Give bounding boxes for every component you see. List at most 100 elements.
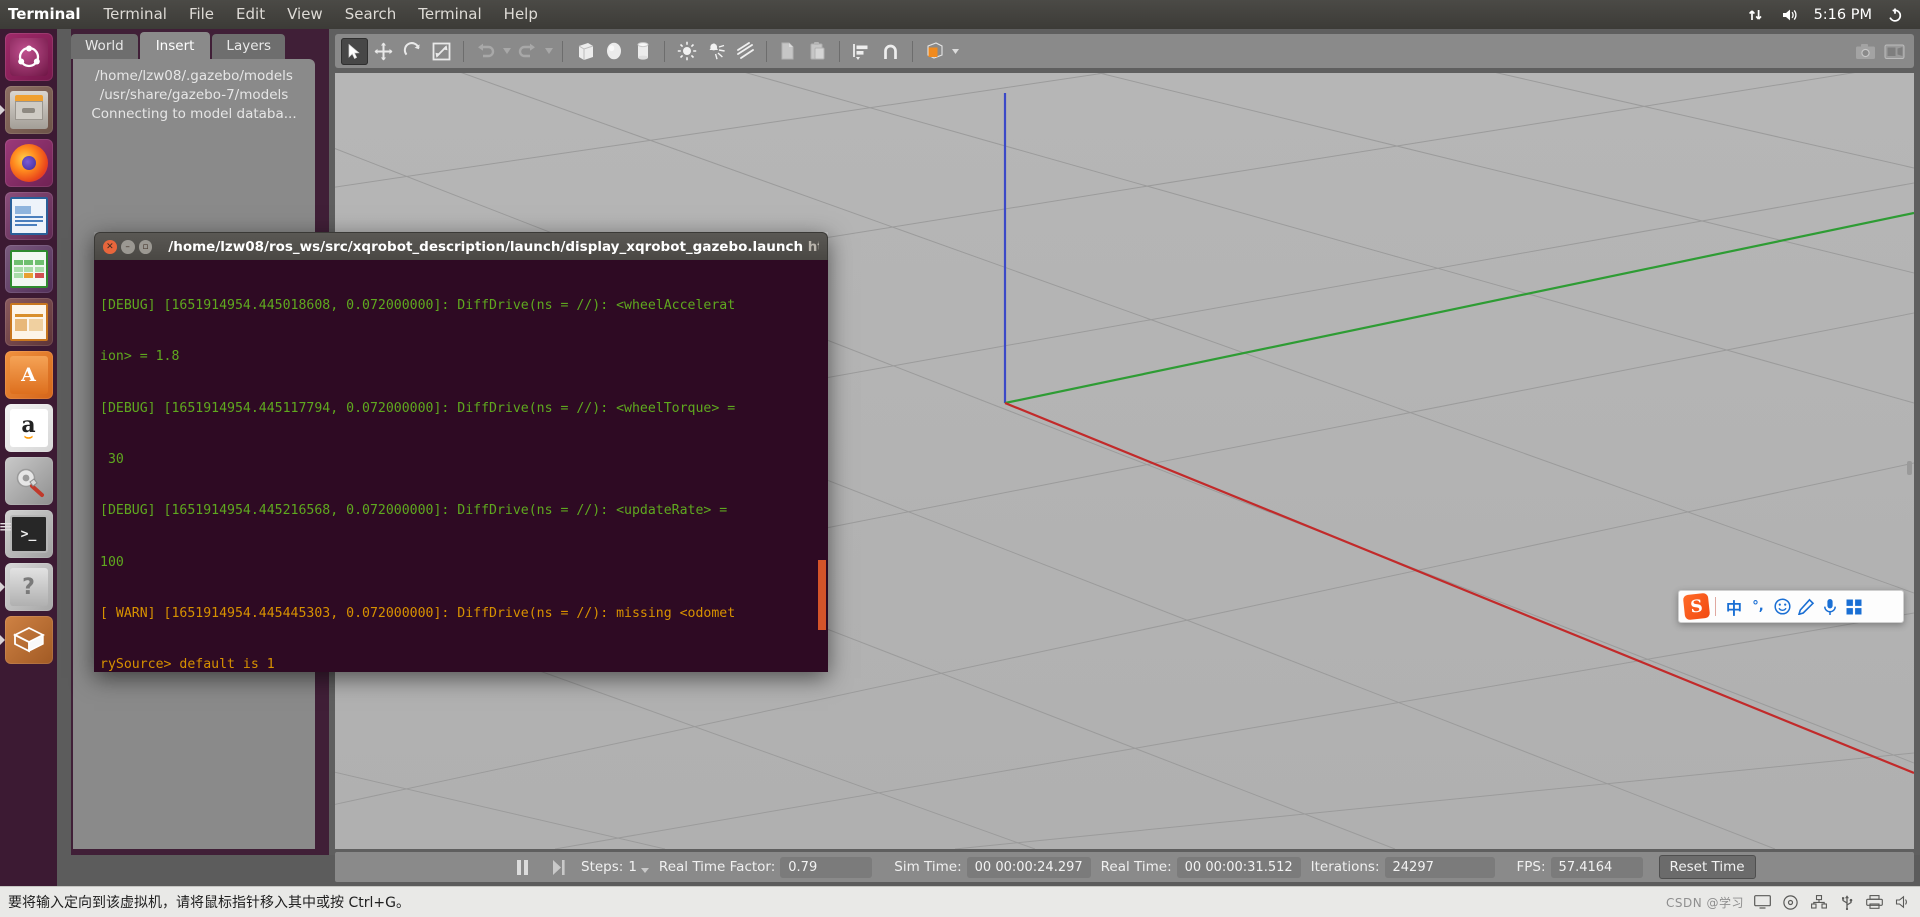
real-time-factor-label: Real Time Factor: xyxy=(658,859,776,875)
handwriting-icon[interactable] xyxy=(1794,594,1818,620)
launcher-item-libreoffice-writer[interactable] xyxy=(4,192,53,240)
vmware-status-bar: 要将输入定向到该虚拟机，请将鼠标指针移入其中或按 Ctrl+G。 CSDN @学… xyxy=(0,886,1920,917)
copy-icon[interactable] xyxy=(775,38,802,65)
toolbox-icon[interactable] xyxy=(1842,594,1866,620)
gazebo-panel-tabs: World Insert Layers xyxy=(71,32,287,59)
usb-icon[interactable] xyxy=(1837,893,1856,912)
unity-launcher: A a ⌣ >_ ? xyxy=(0,29,57,917)
launcher-item-help[interactable]: ? xyxy=(0,563,53,611)
snap-icon[interactable] xyxy=(877,38,904,65)
minimize-button[interactable]: – xyxy=(120,239,135,254)
terminal-window: ✕ – ▫ /home/lzw08/ros_ws/src/xqrobot_des… xyxy=(94,232,828,672)
gazebo-toolbar-right xyxy=(1851,38,1909,65)
menu-terminal-2[interactable]: Terminal xyxy=(407,0,492,29)
redo-icon[interactable] xyxy=(514,38,541,65)
align-icon[interactable] xyxy=(848,38,875,65)
emoji-icon[interactable] xyxy=(1770,594,1794,620)
sim-time-value: 00 00:00:24.297 xyxy=(966,856,1091,878)
launcher-item-system-settings[interactable] xyxy=(4,457,53,505)
terminal-title-suffix: htt xyxy=(807,238,819,255)
volume-icon[interactable] xyxy=(1772,0,1808,29)
writer-icon xyxy=(9,197,48,235)
pause-icon[interactable] xyxy=(509,855,535,879)
help-icon: ? xyxy=(9,568,48,606)
disc-icon[interactable] xyxy=(1781,893,1800,912)
menu-file[interactable]: File xyxy=(178,0,225,29)
model-path-system[interactable]: /usr/share/gazebo-7/models xyxy=(79,86,309,105)
calc-icon xyxy=(9,250,48,288)
launcher-item-firefox[interactable] xyxy=(4,139,53,187)
directional-light-icon[interactable] xyxy=(731,38,758,65)
launcher-item-virtualbox[interactable] xyxy=(0,616,53,664)
viewport-scroll-handle[interactable] xyxy=(1907,461,1912,475)
terminal-line: 30 xyxy=(100,452,124,468)
terminal-line: [ WARN] [1651914954.445445303, 0.0720000… xyxy=(100,605,736,621)
insert-cylinder-icon[interactable] xyxy=(629,38,656,65)
paste-icon[interactable] xyxy=(804,38,831,65)
tab-layers[interactable]: Layers xyxy=(212,34,286,59)
terminal-line: rySource> default is 1 xyxy=(100,657,275,672)
terminal-title-bar[interactable]: ✕ – ▫ /home/lzw08/ros_ws/src/xqrobot_des… xyxy=(94,232,828,260)
screenshot-icon[interactable] xyxy=(1852,38,1879,65)
insert-sphere-icon[interactable] xyxy=(600,38,627,65)
spot-light-icon[interactable] xyxy=(702,38,729,65)
launcher-item-amazon[interactable]: a ⌣ xyxy=(4,404,53,452)
launcher-item-libreoffice-calc[interactable] xyxy=(4,245,53,293)
view-appearance-dropdown-icon[interactable] xyxy=(950,38,960,65)
voice-input-icon[interactable] xyxy=(1818,594,1842,620)
network-icon[interactable] xyxy=(1809,893,1828,912)
network-icon[interactable] xyxy=(1739,0,1772,29)
steps-value[interactable]: 1 xyxy=(628,859,637,875)
model-path-local[interactable]: /home/lzw08/.gazebo/models xyxy=(79,67,309,86)
tab-world[interactable]: World xyxy=(71,34,138,59)
terminal-scrollbar[interactable] xyxy=(817,260,827,672)
terminal-line: [DEBUG] [1651914954.445117794, 0.0720000… xyxy=(100,400,736,416)
reset-time-button[interactable]: Reset Time xyxy=(1658,855,1756,879)
tab-insert[interactable]: Insert xyxy=(139,32,211,59)
view-appearance-icon[interactable] xyxy=(921,38,948,65)
launcher-item-terminal[interactable]: >_ xyxy=(0,510,53,558)
punctuation-mode-icon[interactable]: °, xyxy=(1746,594,1770,620)
maximize-button[interactable]: ▫ xyxy=(138,239,153,254)
chinese-mode-icon[interactable]: 中 xyxy=(1722,594,1746,620)
terminal-output[interactable]: [DEBUG] [1651914954.445018608, 0.0720000… xyxy=(94,260,828,672)
step-forward-icon[interactable] xyxy=(545,855,571,879)
menu-terminal[interactable]: Terminal xyxy=(93,0,178,29)
terminal-title-text: /home/lzw08/ros_ws/src/xqrobot_descripti… xyxy=(168,238,804,255)
virtualbox-icon xyxy=(10,621,48,659)
redo-dropdown-icon[interactable] xyxy=(543,38,554,65)
menu-view[interactable]: View xyxy=(276,0,334,29)
display-icon[interactable] xyxy=(1753,893,1772,912)
sim-time-label: Sim Time: xyxy=(894,859,962,875)
top-panel-clock[interactable]: 5:16 PM xyxy=(1808,7,1878,23)
watermark-text: CSDN @学习 xyxy=(1665,895,1744,910)
power-icon[interactable] xyxy=(1878,0,1912,29)
launcher-item-libreoffice-impress[interactable] xyxy=(4,298,53,346)
sogou-logo-icon[interactable]: S xyxy=(1682,592,1711,621)
toolbar-separator xyxy=(562,40,563,62)
point-light-icon[interactable] xyxy=(673,38,700,65)
steps-dropdown-icon[interactable] xyxy=(640,867,649,873)
select-mode-icon[interactable] xyxy=(341,37,368,65)
menu-edit[interactable]: Edit xyxy=(225,0,276,29)
rotate-mode-icon[interactable] xyxy=(399,38,426,65)
menu-help[interactable]: Help xyxy=(493,0,549,29)
launcher-item-ubuntu-software[interactable]: A xyxy=(4,351,53,399)
iterations-value: 24297 xyxy=(1384,856,1495,878)
close-button[interactable]: ✕ xyxy=(103,239,117,254)
steps-label: Steps: xyxy=(581,859,624,875)
printer-icon[interactable] xyxy=(1865,893,1884,912)
translate-mode-icon[interactable] xyxy=(370,38,397,65)
iterations-label: Iterations: xyxy=(1310,859,1380,875)
log-record-icon[interactable] xyxy=(1881,38,1908,65)
launcher-item-files[interactable] xyxy=(0,86,53,134)
undo-icon[interactable] xyxy=(472,38,499,65)
model-database-status: Connecting to model databa... xyxy=(91,106,297,122)
launcher-item-ubuntu-dash[interactable] xyxy=(4,33,53,81)
menu-search[interactable]: Search xyxy=(334,0,408,29)
insert-box-icon[interactable] xyxy=(571,38,598,65)
terminal-scrollbar-thumb[interactable] xyxy=(818,560,826,630)
sound-icon[interactable] xyxy=(1893,893,1912,912)
scale-mode-icon[interactable] xyxy=(428,38,455,65)
undo-dropdown-icon[interactable] xyxy=(501,38,512,65)
